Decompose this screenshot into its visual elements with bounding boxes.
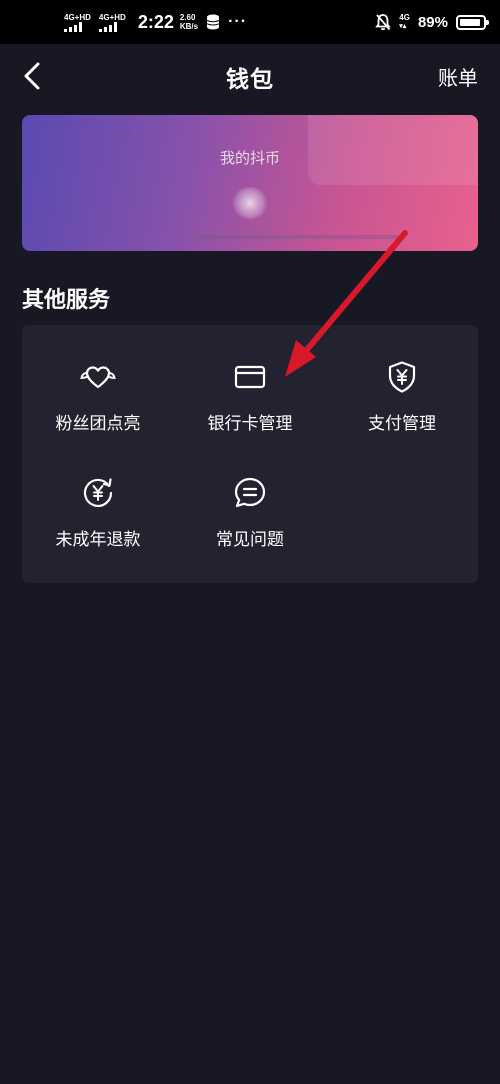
coin-card-divider [190, 235, 400, 239]
coin-balance-card[interactable]: 我的抖币 [22, 115, 478, 251]
shield-yuan-icon [388, 361, 416, 393]
service-payment[interactable]: 支付管理 [326, 325, 478, 435]
speed-value: 2.60 [179, 13, 196, 22]
sim2-signal-icon: 4G+HD [98, 12, 126, 32]
mobile-data-icon: 4G ▾▴ [399, 13, 410, 30]
service-fan-club[interactable]: 粉丝团点亮 [22, 325, 174, 435]
bill-button[interactable]: 账单 [438, 62, 478, 91]
page-title: 钱包 [226, 67, 274, 93]
sim1-label: 4G+HD [64, 12, 91, 22]
service-faq[interactable]: 常见问题 [174, 441, 326, 551]
battery-level [460, 18, 480, 26]
mute-bell-icon [375, 14, 392, 31]
refund-yuan-icon [83, 478, 113, 508]
status-time: 2:22 [137, 11, 174, 32]
net-label: 4G [399, 13, 410, 22]
more-notifications-icon: ··· [228, 13, 248, 30]
storage-icon [206, 14, 220, 30]
battery-icon [456, 14, 489, 30]
service-label: 未成年退款 [55, 530, 141, 550]
sim1-signal-icon: 4G+HD [64, 13, 91, 32]
service-minor-refund[interactable]: 未成年退款 [22, 441, 174, 551]
heart-wings-icon [80, 366, 116, 389]
battery-percent: 89% [417, 13, 448, 31]
coin-card-label: 我的抖币 [219, 149, 280, 167]
speed-unit: KB/s [179, 22, 199, 31]
chat-bubble-icon [234, 477, 266, 508]
service-label: 支付管理 [368, 414, 436, 434]
status-bar: 4G+HD 4G+HD 2:22 2.60 KB/s ··· 4G ▾▴ 89% [0, 0, 500, 44]
coin-balance-blurred [232, 187, 268, 219]
sim2-label: 4G+HD [98, 12, 126, 22]
service-label: 银行卡管理 [207, 414, 293, 434]
service-bank-card[interactable]: 银行卡管理 [174, 325, 326, 435]
section-title: 其他服务 [22, 288, 111, 313]
card-icon [234, 365, 266, 389]
service-label: 常见问题 [216, 530, 284, 550]
service-label: 粉丝团点亮 [55, 414, 141, 434]
services-panel: 粉丝团点亮 银行卡管理 支付管理 未成年退款 常见问题 [22, 325, 478, 583]
network-speed: 2.60 KB/s [180, 13, 198, 31]
nav-bar: 钱包 账单 [0, 44, 500, 108]
